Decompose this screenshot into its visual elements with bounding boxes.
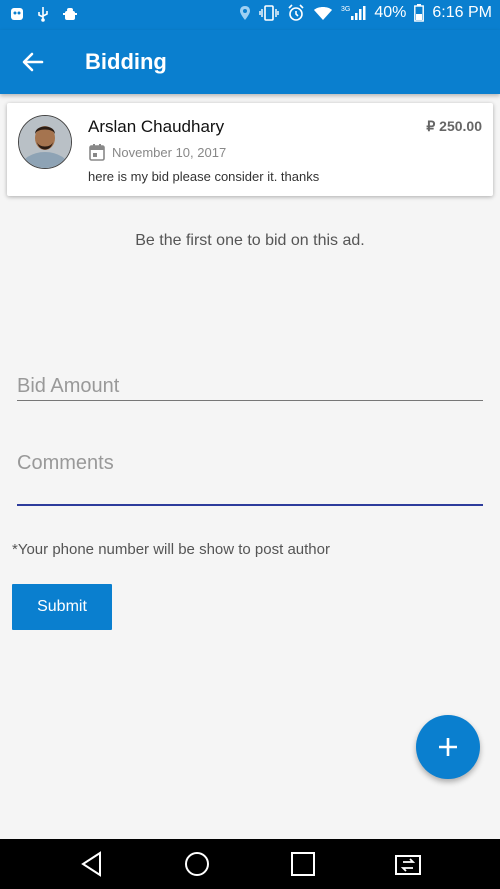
app-bar: Bidding <box>0 30 500 94</box>
home-circle-icon[interactable] <box>183 850 211 878</box>
page-title: Bidding <box>85 49 167 74</box>
empty-bids-message: Be the first one to bid on this ad. <box>135 232 365 249</box>
status-time: 6:16 PM <box>432 4 492 21</box>
android-debug-icon <box>63 8 77 20</box>
comments-underline <box>17 504 483 506</box>
bid-amount-input[interactable]: Bid Amount <box>17 375 483 398</box>
signal-icon <box>351 6 366 20</box>
vibrate-icon <box>259 5 279 21</box>
bid-card[interactable]: Arslan Chaudhary ₽ 250.00 November 10, 2… <box>7 103 493 196</box>
bid-amount-underline <box>17 400 483 401</box>
add-bid-fab[interactable] <box>416 715 480 779</box>
status-right-icons: 3G 40% 6:16 PM <box>239 4 492 22</box>
alarm-icon <box>288 4 304 21</box>
wifi-icon <box>314 7 333 20</box>
avatar <box>18 115 72 169</box>
network-type: 3G <box>341 5 351 13</box>
bid-comment: here is my bid please consider it. thank… <box>88 169 320 184</box>
status-bar: 3G 40% 6:16 PM <box>0 0 500 30</box>
location-icon <box>240 6 251 20</box>
plus-icon <box>439 738 457 756</box>
arrow-back-icon[interactable] <box>20 49 46 75</box>
battery-percent: 40% <box>374 4 407 21</box>
bid-date: November 10, 2017 <box>112 145 227 160</box>
switch-app-icon[interactable] <box>394 850 422 878</box>
bidder-name: Arslan Chaudhary <box>88 117 225 136</box>
avatar-photo <box>19 116 71 168</box>
status-left-icons <box>10 6 78 22</box>
comments-input[interactable]: Comments <box>17 452 483 475</box>
system-nav-bar <box>0 839 500 889</box>
recents-square-icon[interactable] <box>289 850 317 878</box>
back-triangle-icon[interactable] <box>78 850 106 878</box>
usb-icon <box>38 7 48 22</box>
submit-button[interactable]: Submit <box>12 584 112 630</box>
phone-note: *Your phone number will be show to post … <box>12 541 330 558</box>
bid-price: ₽ 250.00 <box>426 118 482 134</box>
notification-icon <box>11 8 23 20</box>
battery-icon <box>414 4 425 22</box>
calendar-icon <box>89 144 105 161</box>
